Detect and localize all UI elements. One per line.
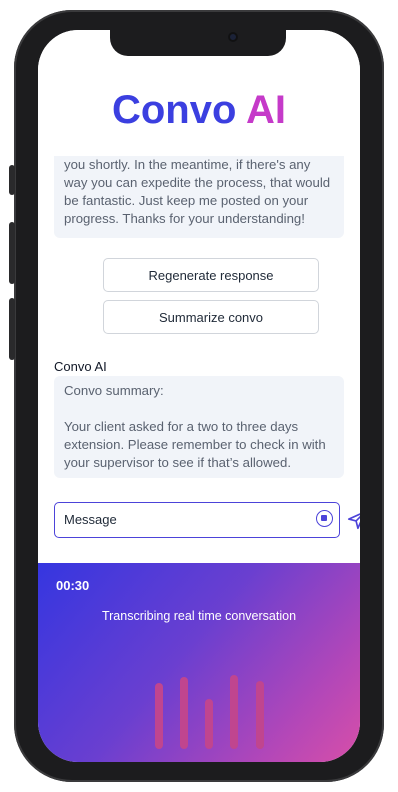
app-title-main: Convo (111, 88, 247, 132)
waveform-bar (256, 681, 264, 749)
phone-screen: Convo AI you shortly. In the meantime, i… (38, 30, 360, 762)
summary-message-bubble: Convo summary: Your client asked for a t… (54, 376, 344, 478)
recording-timer: 00:30 (56, 578, 90, 593)
send-icon[interactable] (346, 509, 360, 531)
message-placeholder: Message (64, 512, 117, 527)
notch (110, 30, 286, 56)
mute-switch (9, 165, 15, 195)
recording-panel: 00:30 Transcribing real time conversatio… (38, 563, 360, 762)
volume-up-button (9, 222, 15, 284)
summary-spacer (64, 400, 334, 418)
stop-circle-icon[interactable] (316, 510, 333, 527)
app-title-accent: AI (246, 88, 287, 132)
waveform-bar (155, 683, 163, 749)
summarize-convo-button[interactable]: Summarize convo (103, 300, 319, 334)
transcribing-status: Transcribing real time conversation (101, 609, 297, 623)
summary-sender-label: Convo AI (54, 359, 107, 374)
volume-down-button (9, 298, 15, 360)
message-input[interactable]: Message (54, 502, 340, 538)
app-title: Convo AI (38, 86, 360, 134)
waveform-bar (230, 675, 238, 749)
waveform-bar (205, 699, 213, 749)
summary-body: Your client asked for a two to three day… (64, 419, 326, 470)
waveform-bar (180, 677, 188, 749)
camera-icon (228, 32, 238, 42)
summary-heading: Convo summary: (64, 383, 164, 398)
previous-message-bubble: you shortly. In the meantime, if there's… (54, 142, 344, 238)
regenerate-response-button[interactable]: Regenerate response (103, 258, 319, 292)
